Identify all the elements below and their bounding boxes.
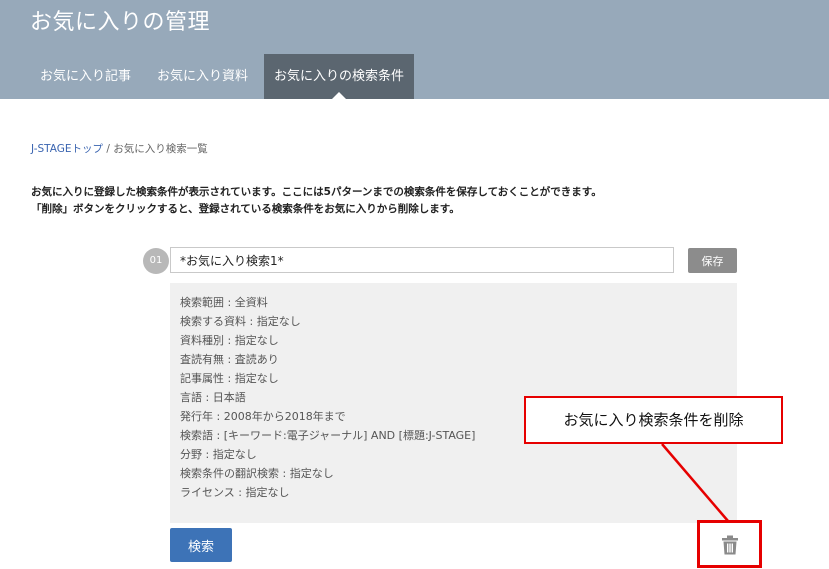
search-number-badge: 01 [143, 248, 169, 274]
description-line-1: お気に入りに登録した検索条件が表示されています。ここには5パターンまでの検索条件… [31, 186, 602, 198]
search-button[interactable]: 検索 [170, 528, 232, 562]
tab-favorite-journals[interactable]: お気に入り資料 [147, 54, 258, 99]
breadcrumb-home-link[interactable]: J-STAGEトップ [31, 143, 103, 155]
description-line-2: 「削除」ボタンをクリックすると、登録されている検索条件をお気に入りから削除します… [31, 203, 460, 215]
page-title: お気に入りの管理 [30, 10, 211, 35]
tab-favorite-articles[interactable]: お気に入り記事 [30, 54, 141, 99]
condition-line: 記事属性 : 指定なし [180, 372, 279, 385]
condition-line: ライセンス : 指定なし [180, 486, 290, 499]
page-header: お気に入りの管理 お気に入り記事 お気に入り資料 お気に入りの検索条件 [0, 0, 829, 99]
delete-callout-annotation: お気に入り検索条件を削除 [524, 396, 783, 444]
breadcrumb-current: お気に入り検索一覧 [113, 143, 208, 155]
trash-icon[interactable] [721, 535, 739, 555]
condition-line: 分野 : 指定なし [180, 448, 257, 461]
condition-line: 検索範囲 : 全資料 [180, 296, 268, 309]
condition-line: 検索条件の翻訳検索 : 指定なし [180, 467, 334, 480]
tab-favorite-search-conditions[interactable]: お気に入りの検索条件 [264, 54, 415, 99]
search-name-input[interactable] [170, 247, 674, 273]
condition-line: 査読有無 : 査読あり [180, 353, 279, 366]
condition-line: 資料種別 : 指定なし [180, 334, 279, 347]
page-description: お気に入りに登録した検索条件が表示されています。ここには5パターンまでの検索条件… [31, 184, 602, 218]
tab-bar: お気に入り記事 お気に入り資料 お気に入りの検索条件 [30, 54, 420, 99]
condition-line: 検索する資料 : 指定なし [180, 315, 301, 328]
save-button[interactable]: 保存 [688, 248, 737, 273]
breadcrumb: J-STAGEトップ / お気に入り検索一覧 [31, 141, 208, 156]
